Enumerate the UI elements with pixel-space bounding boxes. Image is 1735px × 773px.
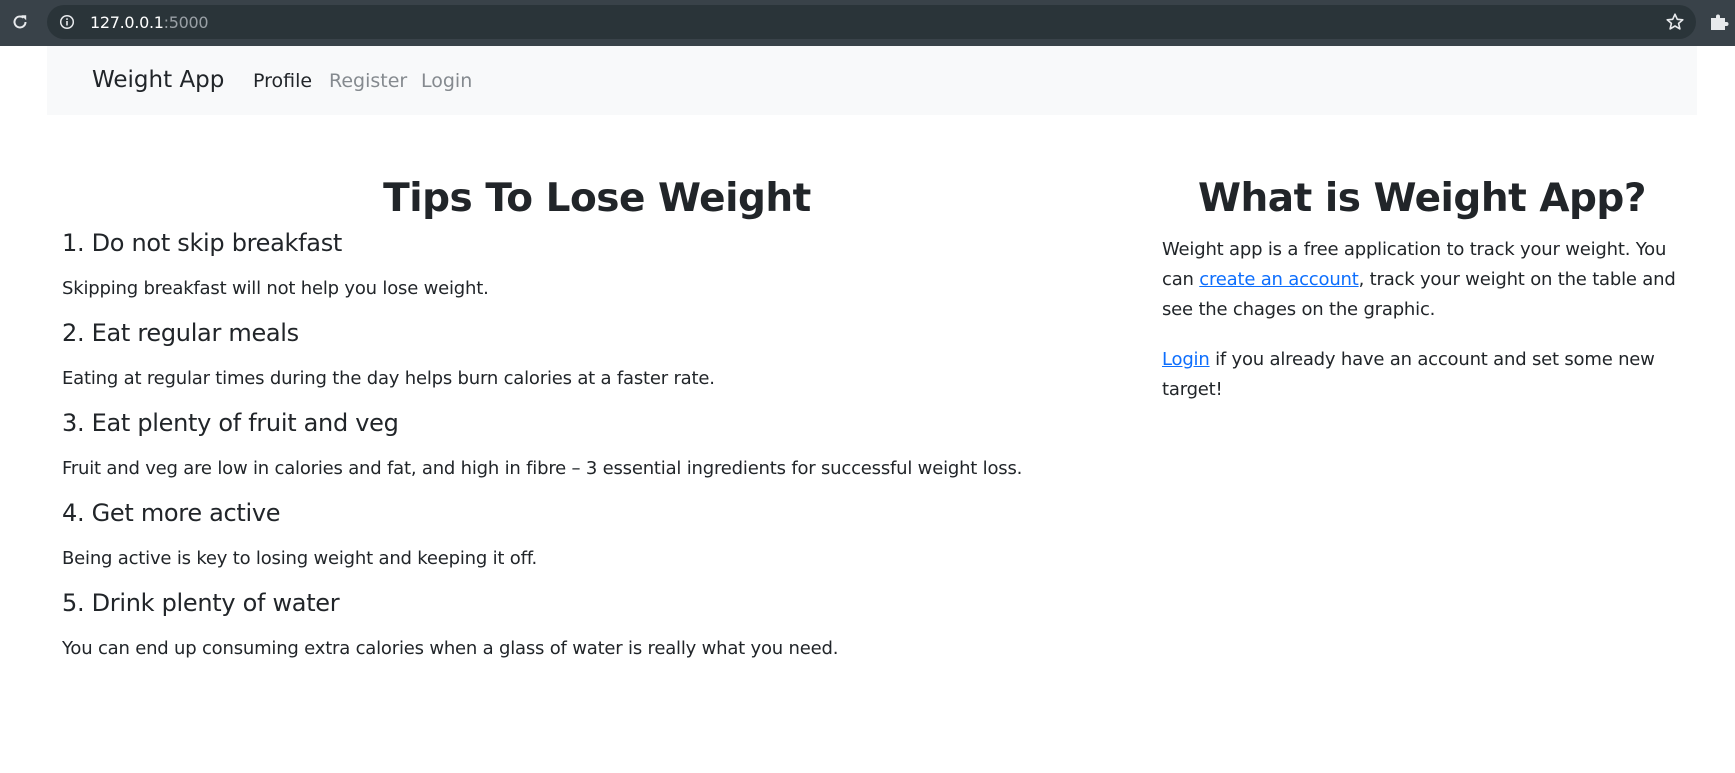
url-host: 127.0.0.1 (90, 13, 164, 32)
tip-text-1: Skipping breakfast will not help you los… (62, 278, 489, 299)
tip-text-2: Eating at regular times during the day h… (62, 368, 715, 389)
address-bar[interactable]: 127.0.0.1:5000 (47, 5, 1696, 39)
tip-heading-1: 1. Do not skip breakfast (62, 229, 343, 257)
tip-heading-3: 3. Eat plenty of fruit and veg (62, 409, 399, 437)
nav-link-profile[interactable]: Profile (253, 70, 312, 92)
puzzle-icon[interactable] (1707, 10, 1731, 34)
tip-text-5: You can end up consuming extra calories … (62, 638, 839, 659)
reload-icon[interactable] (6, 8, 34, 36)
nav-link-login[interactable]: Login (421, 70, 472, 92)
tip-text-4: Being active is key to losing weight and… (62, 548, 538, 569)
url-port: :5000 (163, 13, 209, 32)
brand-link[interactable]: Weight App (92, 67, 224, 93)
browser-toolbar: 127.0.0.1:5000 (0, 0, 1735, 46)
login-link[interactable]: Login (1162, 349, 1210, 370)
tip-heading-5: 5. Drink plenty of water (62, 589, 340, 617)
star-icon[interactable] (1664, 11, 1686, 33)
create-account-link[interactable]: create an account (1199, 269, 1359, 290)
about-title: What is Weight App? (1198, 176, 1646, 221)
about-paragraph-1: Weight app is a free application to trac… (1162, 235, 1682, 325)
url-text[interactable]: 127.0.0.1:5000 (90, 13, 209, 32)
tips-title: Tips To Lose Weight (383, 176, 811, 221)
nav-link-register[interactable]: Register (329, 70, 407, 92)
tip-text-3: Fruit and veg are low in calories and fa… (62, 458, 1023, 479)
about-text-login-rest: if you already have an account and set s… (1162, 349, 1655, 400)
info-icon[interactable] (59, 14, 75, 30)
tip-heading-2: 2. Eat regular meals (62, 319, 299, 347)
about-paragraph-2: Login if you already have an account and… (1162, 345, 1682, 405)
navbar: Weight App Profile Register Login (47, 46, 1697, 115)
tip-heading-4: 4. Get more active (62, 499, 281, 527)
